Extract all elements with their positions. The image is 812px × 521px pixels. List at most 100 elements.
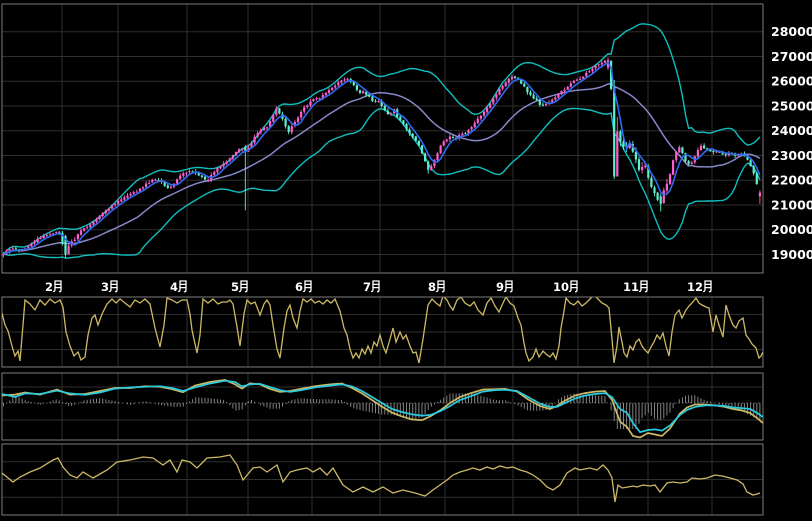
month-label-number: 8 [428,280,436,294]
month-kanji-glyph [370,280,380,293]
stock-chart-canvas[interactable]: 28000 27000 26000 25000 24000 23000 22000 21000… [0,0,812,521]
candle-body [135,191,138,193]
candle-body [377,101,380,103]
candle-body [141,187,145,189]
candle-body [445,139,448,142]
candle-body [355,85,358,91]
glyph-stroke [108,280,112,293]
candle-body [126,195,129,198]
month-kanji-glyph [702,280,712,293]
month-labels: 2 3 4 5 6 7 8 9 10 11 12 [45,280,712,294]
candle-body [563,89,566,92]
candle-body [148,182,151,184]
candle-body [95,219,98,222]
candle-body [48,234,52,236]
candle-body [424,153,427,162]
y-axis-label: 23000 [771,148,812,163]
candle-body [114,204,117,206]
candle-body [541,104,544,106]
candle-body [200,175,203,177]
candle-body [222,163,225,167]
month-kanji-glyph [238,280,248,293]
candle-body [340,80,343,83]
candle-body [755,173,758,185]
candle-body [306,105,309,108]
candle-body [523,83,526,87]
candle-body [45,235,48,237]
month-label-number: 9 [496,280,504,294]
candle-body [634,151,637,160]
glyph-stroke [503,280,507,293]
month-label-number: 12 [687,280,703,294]
candle-body [296,117,300,123]
y-axis-labels: 28000 27000 26000 25000 24000 23000 22000 21000… [771,24,812,262]
candle-body [566,86,569,90]
candle-body [213,171,216,175]
candle-body [572,80,575,83]
candle-body [272,115,275,122]
candle-body [36,238,39,243]
candle-body [362,91,365,94]
candle-body [439,145,442,154]
month-label-number: 3 [101,280,109,294]
candle-body [579,78,582,80]
candle-body [442,141,445,146]
candle-body [234,152,238,156]
month-label: 5 [231,280,248,294]
glyph-stroke [240,280,248,293]
candle-body [42,236,45,239]
candle-body [324,93,327,96]
candle-body [501,85,504,89]
candle-body [405,123,408,130]
candle-body [33,241,36,244]
candle-body [92,221,95,225]
candle-body [123,197,126,200]
month-kanji-glyph [108,280,118,293]
candle-body [650,177,653,187]
candle-body [110,205,114,209]
candle-body [678,147,681,153]
candle-body [383,105,386,111]
candle-body [275,108,278,115]
candle-body [371,96,374,101]
candle-body [132,192,135,194]
month-label: 10 [553,280,578,294]
candle-body [120,199,123,202]
glyph-stroke [505,280,513,293]
y-axis-label: 28000 [771,24,812,39]
month-label-number: 4 [170,280,178,294]
month-label-number: 5 [231,280,239,294]
candle-body [203,176,207,180]
month-label-number: 11 [623,280,639,294]
candle-body [107,208,110,211]
y-axis-label: 24000 [771,123,812,138]
month-label: 6 [295,280,312,294]
candle-body [510,76,513,80]
candle-body [86,227,89,229]
glyph-stroke [702,280,706,293]
ma5-line [3,61,761,255]
month-label: 8 [428,280,445,294]
candle-body [182,173,185,176]
candle-body [461,133,464,136]
candle-body [482,111,486,116]
candle-body [464,133,467,135]
candle-body [188,171,191,173]
candle-body [262,127,265,131]
glyph-stroke [179,280,187,293]
candle-body [278,108,281,114]
y-axis-label: 27000 [771,49,812,64]
candle-body [176,179,179,184]
candle-body [67,245,70,255]
candle-body [594,65,597,69]
candle-body [225,161,228,164]
candle-body [253,136,256,143]
candle-body [389,113,393,115]
candle-body [334,85,337,88]
month-label: 7 [363,280,380,294]
oscillator1-line [2,297,763,364]
candle-body [216,168,219,173]
candle-body [616,131,619,177]
candle-body [101,212,104,216]
candle-body [402,120,405,125]
